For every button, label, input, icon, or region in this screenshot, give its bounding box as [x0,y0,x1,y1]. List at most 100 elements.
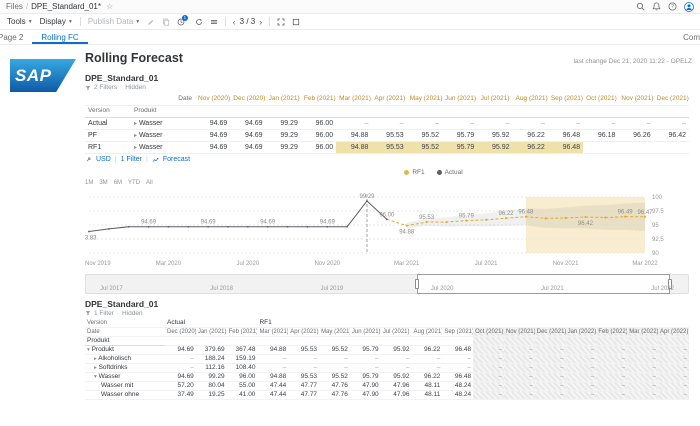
legend-item-actual[interactable]: Actual [437,169,463,176]
value-cell[interactable]: 367.48 [227,346,258,355]
value-cell[interactable]: 99.29 [266,117,301,129]
member-cell[interactable]: ▾ Produkt [85,346,165,355]
value-cell[interactable]: – [566,364,597,373]
bell-icon[interactable] [652,2,661,11]
value-cell[interactable]: – [473,382,504,391]
product-column-header[interactable]: Produkt [131,105,195,117]
fullscreen-icon[interactable] [277,18,285,26]
tab-rolling-fc[interactable]: Rolling FC [32,30,87,44]
value-cell[interactable]: – [381,364,412,373]
value-cell[interactable]: – [596,346,627,355]
value-cell[interactable]: – [412,355,443,364]
value-cell[interactable]: – [535,346,566,355]
edit-icon[interactable] [147,18,155,26]
value-cell[interactable]: 94.69 [165,373,196,382]
value-cell[interactable]: – [412,364,443,373]
value-cell[interactable]: 108.40 [227,364,258,373]
value-cell[interactable]: – [350,355,381,364]
month-column-header[interactable]: Jan (2021) [266,93,301,105]
value-cell[interactable]: – [257,355,288,364]
value-cell[interactable]: – [627,355,658,364]
user-avatar[interactable] [684,2,694,12]
value-cell[interactable]: 95.52 [319,373,350,382]
value-cell[interactable]: – [627,382,658,391]
value-cell[interactable]: – [658,364,689,373]
value-cell[interactable]: – [504,364,535,373]
value-cell[interactable]: 37.49 [165,391,196,400]
product-cell[interactable]: ▸ Wasser [131,129,195,141]
month-column-header[interactable]: Apr (2022) [658,328,689,337]
value-cell[interactable]: 188.24 [196,355,227,364]
value-cell[interactable]: – [473,391,504,400]
value-cell[interactable]: 48.24 [442,391,473,400]
value-cell[interactable]: 55.00 [227,382,258,391]
value-cell[interactable]: – [658,355,689,364]
value-cell[interactable]: – [535,391,566,400]
value-cell[interactable]: 94.88 [257,346,288,355]
value-cell[interactable]: – [535,373,566,382]
value-cell[interactable] [583,141,618,153]
version-cell[interactable]: RF1 [85,141,131,153]
value-cell[interactable]: – [627,391,658,400]
version-group-header[interactable]: RF1 [257,319,689,328]
value-cell[interactable]: 96.26 [618,129,653,141]
range-button-3m[interactable]: 3M [99,180,107,186]
tools-menu[interactable]: Tools▼ [7,17,33,26]
breadcrumb-files-link[interactable]: Files [6,2,23,11]
display-menu[interactable]: Display▼ [40,17,73,26]
value-cell[interactable]: 96.00 [301,117,336,129]
value-cell[interactable]: – [473,364,504,373]
member-cell[interactable]: Wasser ohne [85,391,165,400]
product-cell[interactable]: ▸ Wasser [131,117,195,129]
month-column-header[interactable]: Jan (2021) [196,328,227,337]
value-cell[interactable]: 94.88 [257,373,288,382]
month-column-header[interactable]: Aug (2021) [412,328,443,337]
value-cell[interactable]: – [319,364,350,373]
version-cell[interactable]: Actual [85,117,131,129]
value-cell[interactable]: – [504,346,535,355]
value-cell[interactable]: 47.44 [257,382,288,391]
value-cell[interactable]: 94.88 [336,129,371,141]
month-column-header[interactable]: Apr (2021) [371,93,406,105]
help-icon[interactable]: ? [668,2,677,11]
month-column-header[interactable]: Dec (2020) [165,328,196,337]
value-cell[interactable]: 80.04 [196,382,227,391]
table1-hidden-label[interactable]: Hidden [125,84,146,91]
month-column-header[interactable]: Dec (2021) [654,93,689,105]
search-icon[interactable] [636,2,645,11]
member-cell[interactable]: ▸ Alkoholisch [85,355,165,364]
table1-title[interactable]: DPE_Standard_01 [85,73,692,83]
value-cell[interactable]: – [477,117,512,129]
notification-badge-icon[interactable]: 1 [177,18,188,26]
table2-filters-label[interactable]: 1 Filter [94,310,114,317]
month-column-header[interactable]: Mar (2022) [627,328,658,337]
legend-item-rf1[interactable]: RF1 [404,169,424,176]
range-button-all[interactable]: All [146,180,153,186]
value-cell[interactable]: – [654,117,689,129]
value-cell[interactable]: – [319,355,350,364]
value-cell[interactable]: 47.76 [319,382,350,391]
month-column-header[interactable]: Aug (2021) [513,93,548,105]
month-column-header[interactable]: Jul (2021) [477,93,512,105]
month-column-header[interactable]: Nov (2021) [618,93,653,105]
value-cell[interactable]: 96.48 [548,141,583,153]
month-column-header[interactable]: Mar (2021) [336,93,371,105]
value-cell[interactable]: – [658,373,689,382]
month-column-header[interactable]: Apr (2021) [288,328,319,337]
value-cell[interactable]: – [535,382,566,391]
month-column-header[interactable]: Dec (2020) [230,93,265,105]
value-cell[interactable]: 99.29 [266,141,301,153]
version-column-header[interactable]: Version [85,105,131,117]
value-cell[interactable]: – [473,346,504,355]
value-cell[interactable]: – [442,117,477,129]
value-cell[interactable]: 94.69 [165,346,196,355]
filter-link[interactable]: 1 Filter [121,156,142,163]
value-cell[interactable]: 95.79 [442,141,477,153]
value-cell[interactable]: – [504,355,535,364]
value-cell[interactable]: – [566,373,597,382]
value-cell[interactable]: 47.77 [288,391,319,400]
value-cell[interactable]: 95.52 [407,129,442,141]
value-cell[interactable]: 95.92 [381,373,412,382]
value-cell[interactable]: 48.24 [442,382,473,391]
value-cell[interactable]: – [442,355,473,364]
